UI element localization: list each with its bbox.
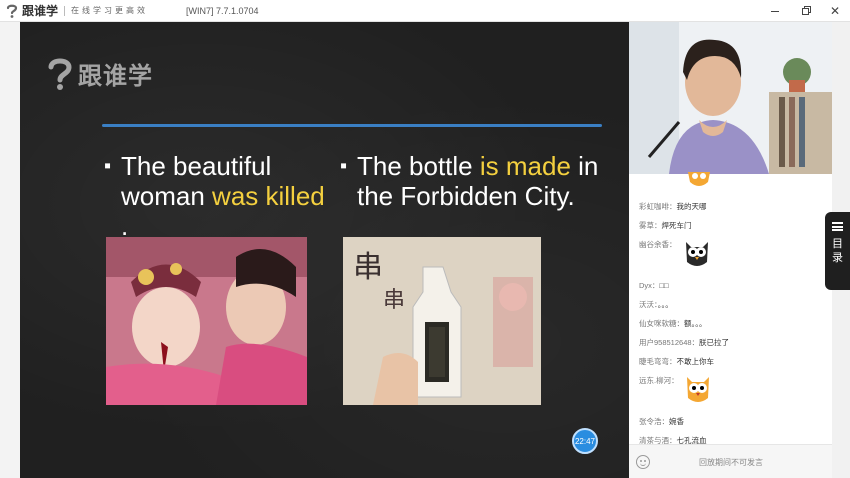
menu-icon <box>832 222 843 231</box>
chat-message: 仙女咪软糖：额。。。 <box>639 319 707 328</box>
chat-message: 彩虹咖啡：我的天哪 <box>639 202 707 211</box>
emoji-icon[interactable] <box>636 455 650 469</box>
version-label: [WIN7] 7.7.1.0704 <box>186 6 259 16</box>
watermark-text: 跟谁学 <box>78 63 153 90</box>
slide-area: 跟谁学 ▪ The beautiful woman was killed . ▪ T… <box>20 22 629 478</box>
app-logo-icon <box>4 3 20 19</box>
app-name: 跟谁学 <box>22 4 59 18</box>
toc-button[interactable]: 目录 <box>825 212 850 290</box>
bullet-left-highlight: was killed <box>212 181 325 211</box>
svg-text:串: 串 <box>353 250 383 285</box>
bullet-right-highlight: is made <box>479 151 571 181</box>
drama-still-image <box>106 237 307 405</box>
bullet-left: ▪ The beautiful woman was killed . <box>104 151 331 241</box>
bullet-dot: ▪ <box>104 155 112 177</box>
chat-list[interactable]: 彩虹咖啡：我的天哪 雾草：焊死车门 幽谷余香： Dyx：□□ 沃沃：。。。 仙女… <box>629 172 832 445</box>
timer-badge[interactable]: 22:47 <box>572 428 598 454</box>
svg-text:串: 串 <box>383 288 405 313</box>
chat-disabled-hint: 回放期间不可发言 <box>699 458 763 467</box>
title-bar: 跟谁学 在线学习更高效 [WIN7] 7.7.1.0704 ✕ <box>0 0 850 22</box>
app-tagline: 在线学习更高效 <box>64 5 148 16</box>
chat-message: 幽谷余香： <box>639 240 677 249</box>
chat-message: 张令浩：婉香 <box>639 417 684 426</box>
close-button[interactable]: ✕ <box>821 0 849 22</box>
bullet-right-text1: The bottle <box>357 151 480 181</box>
bullet-right: ▪ The bottle is made in the Forbidden Cit… <box>340 151 607 211</box>
owl-sticker-icon <box>686 242 708 266</box>
bottle-image: 串 串 <box>343 237 541 405</box>
restore-icon <box>801 7 809 15</box>
chat-message: 睫毛弯弯：不敢上你车 <box>639 357 714 366</box>
teacher-video <box>629 22 832 174</box>
chat-message: Dyx：□□ <box>639 281 669 290</box>
chat-message: 雾草：焊死车门 <box>639 221 692 230</box>
right-panel: 彩虹咖啡：我的天哪 雾草：焊死车门 幽谷余香： Dyx：□□ 沃沃：。。。 仙女… <box>629 22 832 478</box>
minimize-icon <box>771 10 779 12</box>
chat-message: 用户958512648：朕已拉了 <box>639 338 730 347</box>
left-margin <box>0 22 20 478</box>
owl-sticker-icon <box>688 172 710 186</box>
chat-message: 沃沃：。。。 <box>639 300 673 309</box>
toc-label: 目录 <box>832 238 843 264</box>
bullet-dot: ▪ <box>340 155 348 177</box>
chat-message: 远东.柳河： <box>639 376 679 385</box>
chat-footer: 回放期间不可发言 <box>629 444 832 478</box>
watermark-logo-icon <box>48 58 72 90</box>
minimize-button[interactable] <box>761 0 789 22</box>
slide-divider <box>102 124 602 127</box>
restore-button[interactable] <box>791 0 819 22</box>
slide-watermark: 跟谁学 <box>46 56 153 91</box>
close-icon: ✕ <box>829 4 841 18</box>
owl-sticker-icon <box>687 377 709 402</box>
